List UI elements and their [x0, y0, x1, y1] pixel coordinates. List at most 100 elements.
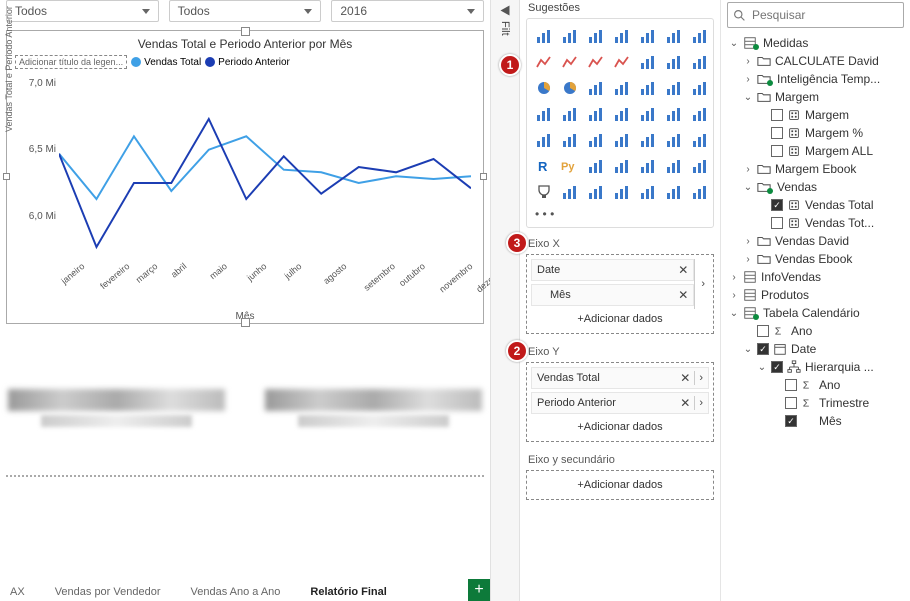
field-chip-vendas-total[interactable]: Vendas Total ✕ › [531, 367, 709, 389]
field-row-margem_pct[interactable]: Margem % [725, 124, 906, 142]
viz-more-icon[interactable]: • • • [533, 207, 711, 221]
viz-decomposition-icon[interactable] [611, 129, 633, 151]
slicer-3[interactable]: 2016 [331, 0, 484, 22]
field-row-vendas_tot2[interactable]: Vendas Tot... [725, 214, 906, 232]
field-chip-mes[interactable]: Mês ✕ [531, 284, 694, 306]
legend-title-placeholder[interactable]: Adicionar título da legen... [15, 55, 127, 69]
viz-kpi-icon[interactable] [689, 77, 711, 99]
viz-treemap-icon[interactable] [585, 77, 607, 99]
viz-qa-icon[interactable] [637, 129, 659, 151]
viz-more1-icon[interactable] [663, 181, 685, 203]
viz-trophy-icon[interactable] [533, 181, 555, 203]
viz-funnel-icon[interactable] [611, 77, 633, 99]
viz-bar-icon[interactable] [559, 25, 581, 47]
checkbox[interactable] [771, 109, 783, 121]
viz-gauge-icon[interactable] [637, 77, 659, 99]
viz-area-icon[interactable] [559, 51, 581, 73]
field-row-date[interactable]: ⌄✓Date [725, 340, 906, 358]
checkbox[interactable] [785, 397, 797, 409]
chevron-icon[interactable]: › [743, 254, 753, 265]
chevron-right-icon[interactable]: › [701, 278, 705, 290]
field-row-produtos[interactable]: ›Produtos [725, 286, 906, 304]
field-row-margem_grp[interactable]: ⌄Margem [725, 88, 906, 106]
viz-r-visual-icon[interactable]: R [533, 155, 555, 177]
chevron-icon[interactable]: › [743, 56, 753, 67]
well-x[interactable]: Date ✕ Mês ✕ › +Adicionar dados [526, 254, 714, 334]
chevron-icon[interactable]: › [743, 164, 753, 175]
viz-chat-icon[interactable] [637, 155, 659, 177]
viz-ribbon-icon[interactable] [637, 51, 659, 73]
chevron-right-icon[interactable]: › [699, 397, 703, 409]
viz-line-icon[interactable] [533, 51, 555, 73]
viz-arcgis-icon[interactable] [689, 103, 711, 125]
page-tab-1[interactable]: AX [4, 583, 31, 601]
slicer-2[interactable]: Todos [169, 0, 322, 22]
viz-gantt-icon[interactable] [559, 181, 581, 203]
field-row-hier[interactable]: ⌄✓Hierarquia ... [725, 358, 906, 376]
card-visual-2[interactable] [265, 389, 482, 427]
chevron-icon[interactable]: › [729, 272, 739, 283]
chevron-icon[interactable]: › [729, 290, 739, 301]
viz-table-icon[interactable] [533, 103, 555, 125]
well-y2[interactable]: +Adicionar dados [526, 470, 714, 500]
viz-pie-icon[interactable] [533, 77, 555, 99]
chevron-icon[interactable]: ⌄ [743, 344, 753, 355]
viz-power-automate-icon[interactable] [585, 155, 607, 177]
viz-bar-clustered-icon[interactable] [585, 25, 607, 47]
viz-more2-icon[interactable] [689, 181, 711, 203]
page-tab-4[interactable]: Relatório Final [304, 583, 392, 601]
chevron-icon[interactable]: ⌄ [743, 182, 753, 193]
viz-card-icon[interactable] [663, 77, 685, 99]
field-row-vendas_grp[interactable]: ⌄Vendas [725, 178, 906, 196]
viz-calendar-icon[interactable] [585, 181, 607, 203]
viz-slicer-icon[interactable] [585, 103, 607, 125]
line-chart-visual[interactable]: Vendas Total e Periodo Anterior por Mês … [6, 30, 484, 324]
remove-icon[interactable]: ✕ [678, 263, 688, 277]
viz-multi-row-icon[interactable] [559, 129, 581, 151]
viz-map-filled-icon[interactable] [611, 103, 633, 125]
checkbox[interactable]: ✓ [771, 361, 783, 373]
viz-scatter-icon[interactable] [689, 51, 711, 73]
chevron-right-icon[interactable]: › [699, 372, 703, 384]
viz-route-icon[interactable] [611, 181, 633, 203]
checkbox[interactable] [771, 217, 783, 229]
field-row-vendas_total[interactable]: ✓Vendas Total [725, 196, 906, 214]
viz-python-visual-icon[interactable]: Py [559, 155, 581, 177]
viz-waterfall-icon[interactable] [663, 51, 685, 73]
slicer-1[interactable]: Todos [6, 0, 159, 22]
filters-pane-collapsed[interactable]: Filt [490, 0, 520, 601]
remove-icon[interactable]: ✕ [678, 288, 688, 302]
viz-text-icon[interactable] [663, 155, 685, 177]
chevron-icon[interactable]: ⌄ [757, 362, 767, 373]
remove-icon[interactable]: ✕ [680, 396, 690, 410]
checkbox[interactable] [757, 325, 769, 337]
field-row-margem_all[interactable]: Margem ALL [725, 142, 906, 160]
viz-image-icon[interactable] [689, 155, 711, 177]
field-row-margem_ebook[interactable]: ›Margem Ebook [725, 160, 906, 178]
chevron-icon[interactable]: › [743, 236, 753, 247]
checkbox[interactable]: ✓ [771, 199, 783, 211]
viz-line-column-icon[interactable] [611, 51, 633, 73]
viz-key-influencer-icon[interactable] [585, 129, 607, 151]
viz-donut-icon[interactable] [559, 77, 581, 99]
page-tab-2[interactable]: Vendas por Vendedor [49, 583, 167, 601]
add-data-y2[interactable]: +Adicionar dados [531, 475, 709, 495]
field-row-calc_david[interactable]: ›CALCULATE David [725, 52, 906, 70]
field-row-infovendas[interactable]: ›InfoVendas [725, 268, 906, 286]
viz-area-stacked-icon[interactable] [585, 51, 607, 73]
legend-item-1[interactable]: Vendas Total [131, 57, 201, 68]
field-row-margem[interactable]: Margem [725, 106, 906, 124]
viz-shape-map-icon[interactable] [663, 103, 685, 125]
resize-handle-left[interactable] [3, 173, 10, 180]
checkbox[interactable] [785, 379, 797, 391]
checkbox[interactable] [771, 145, 783, 157]
checkbox[interactable]: ✓ [757, 343, 769, 355]
viz-column-100-icon[interactable] [689, 25, 711, 47]
expand-filters-icon[interactable] [501, 6, 510, 16]
field-chip-periodo-anterior[interactable]: Periodo Anterior ✕ › [531, 392, 709, 414]
field-chip-date[interactable]: Date ✕ [531, 259, 694, 281]
search-input[interactable] [727, 2, 904, 28]
field-row-tabcal[interactable]: ⌄Tabela Calendário [725, 304, 906, 322]
chevron-icon[interactable]: ⌄ [743, 92, 753, 103]
chevron-icon[interactable]: ⌄ [729, 308, 739, 319]
